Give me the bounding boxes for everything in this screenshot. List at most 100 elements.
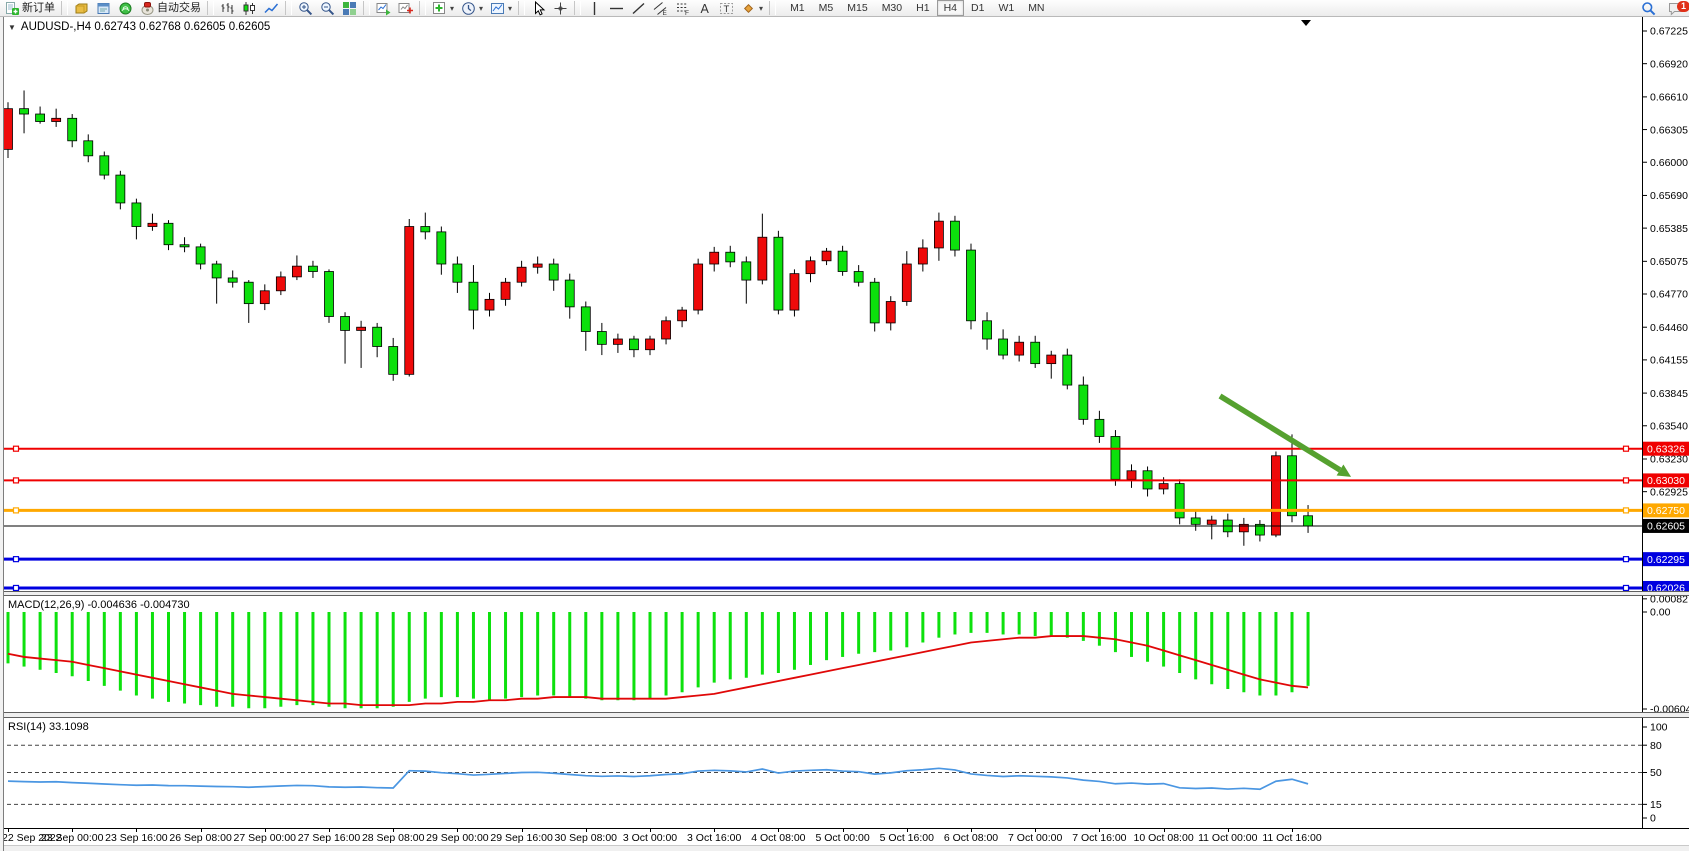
bull-candle[interactable]	[1047, 355, 1056, 364]
horizontal-line-button[interactable]	[606, 0, 627, 16]
auto-trading-button[interactable]: 自动交易	[137, 0, 204, 16]
bull-candle[interactable]	[405, 227, 414, 375]
bull-candle[interactable]	[52, 118, 61, 121]
chat-button[interactable]: 1	[1665, 1, 1686, 17]
bear-candle[interactable]	[950, 221, 959, 250]
bear-candle[interactable]	[1031, 342, 1040, 363]
bear-candle[interactable]	[36, 114, 45, 121]
bear-candle[interactable]	[1175, 484, 1184, 518]
bear-candle[interactable]	[1304, 516, 1313, 526]
bear-candle[interactable]	[196, 247, 205, 264]
timeframe-D1[interactable]: D1	[964, 0, 991, 16]
bull-candle[interactable]	[902, 264, 911, 301]
line-handle[interactable]	[1624, 478, 1629, 483]
bull-candle[interactable]	[886, 302, 895, 323]
bear-candle[interactable]	[1191, 518, 1200, 524]
chart-shift-marker[interactable]	[1301, 20, 1311, 26]
timeframe-H4[interactable]: H4	[937, 0, 964, 16]
timeframe-M1[interactable]: M1	[783, 0, 812, 16]
chevron-down-icon[interactable]: ▾	[759, 4, 763, 13]
chart-collapse-icon[interactable]: ▼	[8, 23, 16, 32]
bear-candle[interactable]	[437, 232, 446, 264]
bull-candle[interactable]	[662, 321, 671, 339]
bear-candle[interactable]	[983, 321, 992, 339]
zoom-out-button[interactable]	[317, 0, 338, 16]
bull-candle[interactable]	[758, 237, 767, 280]
chevron-down-icon[interactable]: ▾	[508, 4, 512, 13]
bear-candle[interactable]	[20, 109, 29, 114]
bear-candle[interactable]	[1063, 355, 1072, 385]
line-handle[interactable]	[14, 557, 19, 562]
market-watch-button[interactable]	[93, 0, 114, 16]
bull-candle[interactable]	[501, 282, 510, 299]
bear-candle[interactable]	[1288, 456, 1297, 516]
bear-candle[interactable]	[132, 203, 141, 227]
bear-candle[interactable]	[1095, 419, 1104, 436]
bull-candle[interactable]	[4, 109, 13, 150]
bear-candle[interactable]	[228, 278, 237, 282]
text-label-button[interactable]: T	[716, 0, 737, 16]
bull-candle[interactable]	[694, 264, 703, 310]
bear-candle[interactable]	[100, 156, 109, 175]
chart-shift-button[interactable]	[395, 0, 416, 16]
bear-candle[interactable]	[581, 307, 590, 332]
bull-candle[interactable]	[533, 264, 542, 267]
bull-candle[interactable]	[485, 299, 494, 310]
line-handle[interactable]	[14, 478, 19, 483]
line-handle[interactable]	[1624, 557, 1629, 562]
bear-candle[interactable]	[84, 141, 93, 156]
equidistant-channel-button[interactable]: E	[650, 0, 671, 16]
pane-splitter[interactable]	[0, 712, 1689, 718]
crosshair-button[interactable]	[550, 0, 571, 16]
bear-candle[interactable]	[854, 272, 863, 283]
timeframe-M5[interactable]: M5	[812, 0, 841, 16]
chart-window[interactable]: ▼ AUDUSD-,H4 0.62743 0.62768 0.62605 0.6…	[0, 17, 1689, 851]
bear-candle[interactable]	[373, 327, 382, 346]
bear-candle[interactable]	[212, 264, 221, 278]
bear-candle[interactable]	[116, 175, 125, 203]
bear-candle[interactable]	[325, 272, 334, 317]
line-handle[interactable]	[14, 508, 19, 513]
bear-candle[interactable]	[967, 250, 976, 321]
bull-candle[interactable]	[148, 223, 157, 226]
bear-candle[interactable]	[469, 282, 478, 310]
bear-candle[interactable]	[68, 118, 77, 140]
bull-candle[interactable]	[276, 277, 285, 291]
bear-candle[interactable]	[1079, 385, 1088, 419]
bull-candle[interactable]	[260, 291, 269, 304]
line-chart-button[interactable]	[261, 0, 282, 16]
chart-profile-button[interactable]	[71, 0, 92, 16]
bull-candle[interactable]	[1271, 456, 1280, 535]
bear-candle[interactable]	[999, 339, 1008, 355]
timeframe-M30[interactable]: M30	[875, 0, 909, 16]
bear-candle[interactable]	[774, 237, 783, 310]
bear-candle[interactable]	[549, 264, 558, 280]
bear-candle[interactable]	[389, 346, 398, 374]
bar-chart-button[interactable]	[217, 0, 238, 16]
rsi-indicator-pane[interactable]: 1008050150	[0, 718, 1689, 828]
pane-splitter[interactable]	[0, 591, 1689, 596]
bull-candle[interactable]	[806, 261, 815, 274]
new-order-button[interactable]: 新订单	[2, 0, 58, 16]
price-chart-pane[interactable]: 0.672250.669200.666100.663050.660000.656…	[0, 17, 1689, 596]
bull-candle[interactable]	[934, 221, 943, 248]
bull-candle[interactable]	[1207, 520, 1216, 524]
bear-candle[interactable]	[838, 251, 847, 271]
bull-candle[interactable]	[1159, 484, 1168, 489]
bear-candle[interactable]	[597, 331, 606, 344]
line-handle[interactable]	[1624, 508, 1629, 513]
bull-candle[interactable]	[292, 266, 301, 277]
time-axis[interactable]: 22 Sep 202223 Sep 00:0023 Sep 16:0026 Se…	[0, 828, 1689, 845]
chevron-down-icon[interactable]: ▾	[479, 4, 483, 13]
zoom-in-button[interactable]	[295, 0, 316, 16]
timeframe-MN[interactable]: MN	[1021, 0, 1051, 16]
navigator-button[interactable]	[115, 0, 136, 16]
bear-candle[interactable]	[164, 223, 173, 244]
bull-candle[interactable]	[646, 339, 655, 350]
bear-candle[interactable]	[870, 282, 879, 323]
trendline-button[interactable]	[628, 0, 649, 16]
bear-candle[interactable]	[421, 227, 430, 232]
tile-windows-button[interactable]	[339, 0, 360, 16]
bear-candle[interactable]	[742, 262, 751, 280]
periods-button[interactable]: ▾	[458, 0, 486, 16]
